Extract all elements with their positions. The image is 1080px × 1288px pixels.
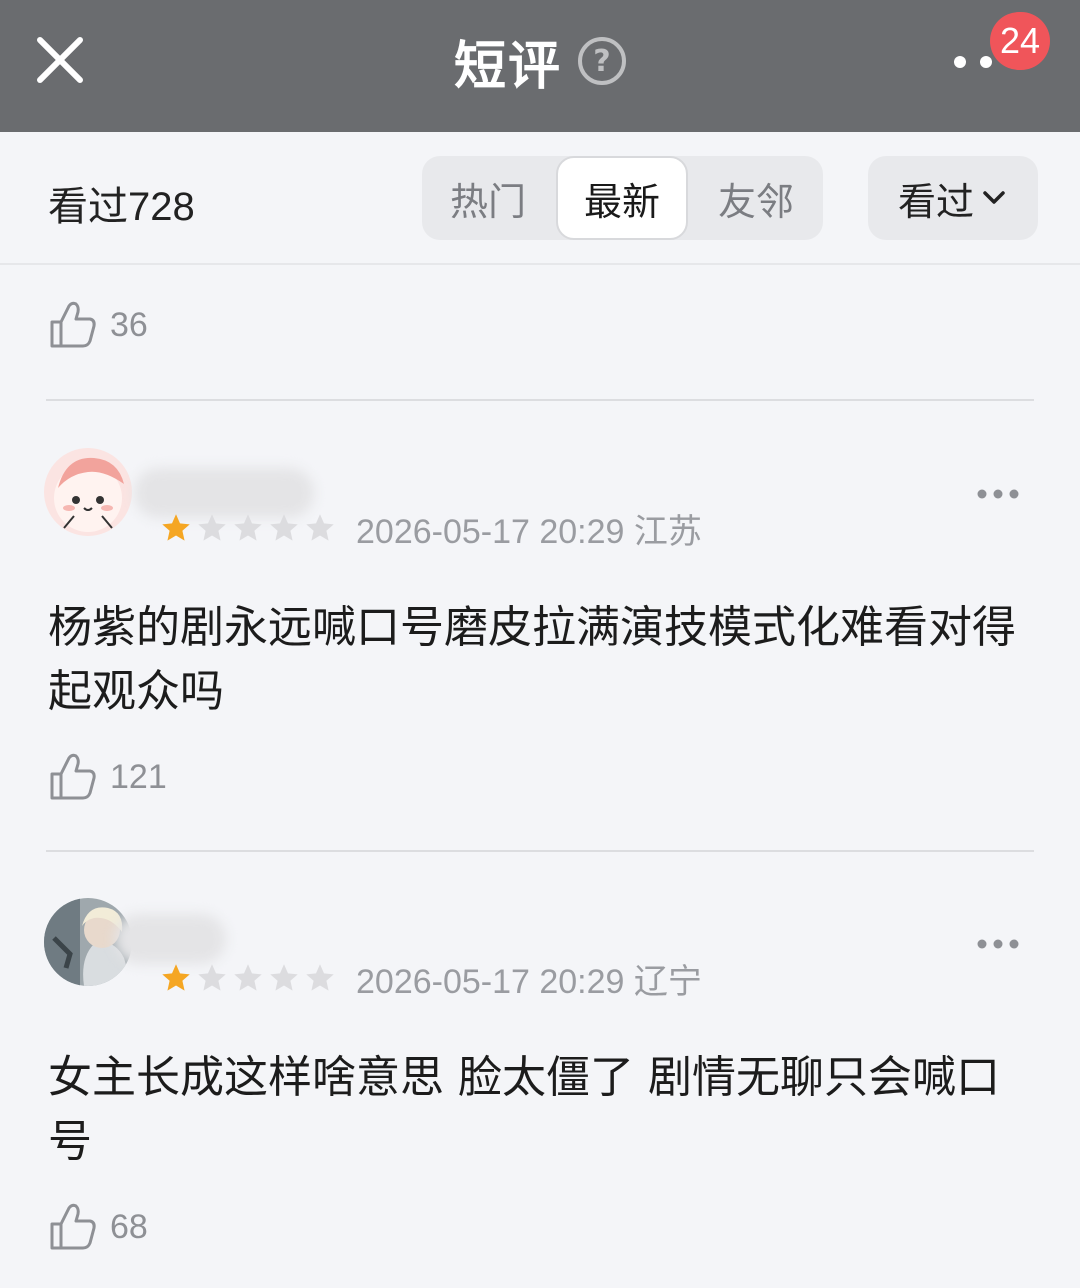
timestamp: 2026-05-17 20:29 xyxy=(356,963,625,1001)
star-empty-icon xyxy=(306,514,334,541)
like-button[interactable]: 36 xyxy=(48,300,148,350)
rating-stars xyxy=(160,512,336,544)
star-empty-icon xyxy=(234,964,262,991)
status-dropdown-label: 看过 xyxy=(897,179,974,224)
rating-stars xyxy=(160,962,336,994)
tab-friends[interactable]: 友邻 xyxy=(690,156,822,240)
status-dropdown[interactable]: 看过 xyxy=(868,156,1038,240)
comment-more-button[interactable] xyxy=(974,934,1022,954)
close-button[interactable] xyxy=(30,30,90,90)
top-bar: 短评 ? 24 xyxy=(0,0,1080,132)
star-empty-icon xyxy=(270,514,298,541)
chevron-down-icon xyxy=(983,191,1005,204)
username-blurred[interactable] xyxy=(114,914,226,964)
like-count: 121 xyxy=(110,757,167,796)
more-dots-icon xyxy=(977,939,1019,949)
comment-text: 女主长成这样啥意思 脸太僵了 剧情无聊只会喊口号 xyxy=(48,1052,1000,1167)
divider xyxy=(46,399,1034,401)
star-filled-icon xyxy=(162,514,190,541)
divider xyxy=(46,850,1034,852)
thumbs-up-icon xyxy=(50,753,96,800)
help-icon[interactable]: ? xyxy=(578,37,626,85)
sort-segmented-control: 热门 最新 友邻 xyxy=(422,156,823,240)
like-count: 36 xyxy=(110,305,148,344)
avatar[interactable] xyxy=(44,448,132,536)
title-group: 短评 ? xyxy=(0,0,1080,122)
like-count: 68 xyxy=(110,1207,148,1246)
star-empty-icon xyxy=(270,964,298,991)
location: 江苏 xyxy=(633,513,702,551)
star-empty-icon xyxy=(234,514,262,541)
tab-hot[interactable]: 热门 xyxy=(422,156,554,240)
timestamp: 2026-05-17 20:29 xyxy=(356,513,625,551)
filter-bar: 看过728 热门 最新 友邻 看过 xyxy=(0,132,1080,265)
username-blurred[interactable] xyxy=(134,468,314,518)
avatar-image xyxy=(44,448,132,536)
close-icon xyxy=(37,37,83,83)
like-button[interactable]: 121 xyxy=(48,752,167,802)
star-empty-icon xyxy=(198,964,226,991)
page-title: 短评 xyxy=(453,36,562,97)
thumbs-up-icon xyxy=(50,1203,96,1250)
comment-meta: 2026-05-17 20:29 江苏 xyxy=(356,504,702,553)
notification-badge: 24 xyxy=(990,12,1050,70)
comment-more-button[interactable] xyxy=(974,484,1022,504)
more-dots-icon xyxy=(977,489,1019,499)
star-empty-icon xyxy=(306,964,334,991)
watched-count: 看过728 xyxy=(48,185,195,229)
like-button[interactable]: 68 xyxy=(48,1202,148,1252)
location: 辽宁 xyxy=(633,963,702,1001)
star-empty-icon xyxy=(198,514,226,541)
comment-meta: 2026-05-17 20:29 辽宁 xyxy=(356,954,702,1003)
tab-latest[interactable]: 最新 xyxy=(556,156,688,240)
star-filled-icon xyxy=(162,964,190,991)
comment-text: 杨紫的剧永远喊口号磨皮拉满演技模式化难看对得起观众吗 xyxy=(48,602,1016,717)
thumbs-up-icon xyxy=(50,301,96,348)
